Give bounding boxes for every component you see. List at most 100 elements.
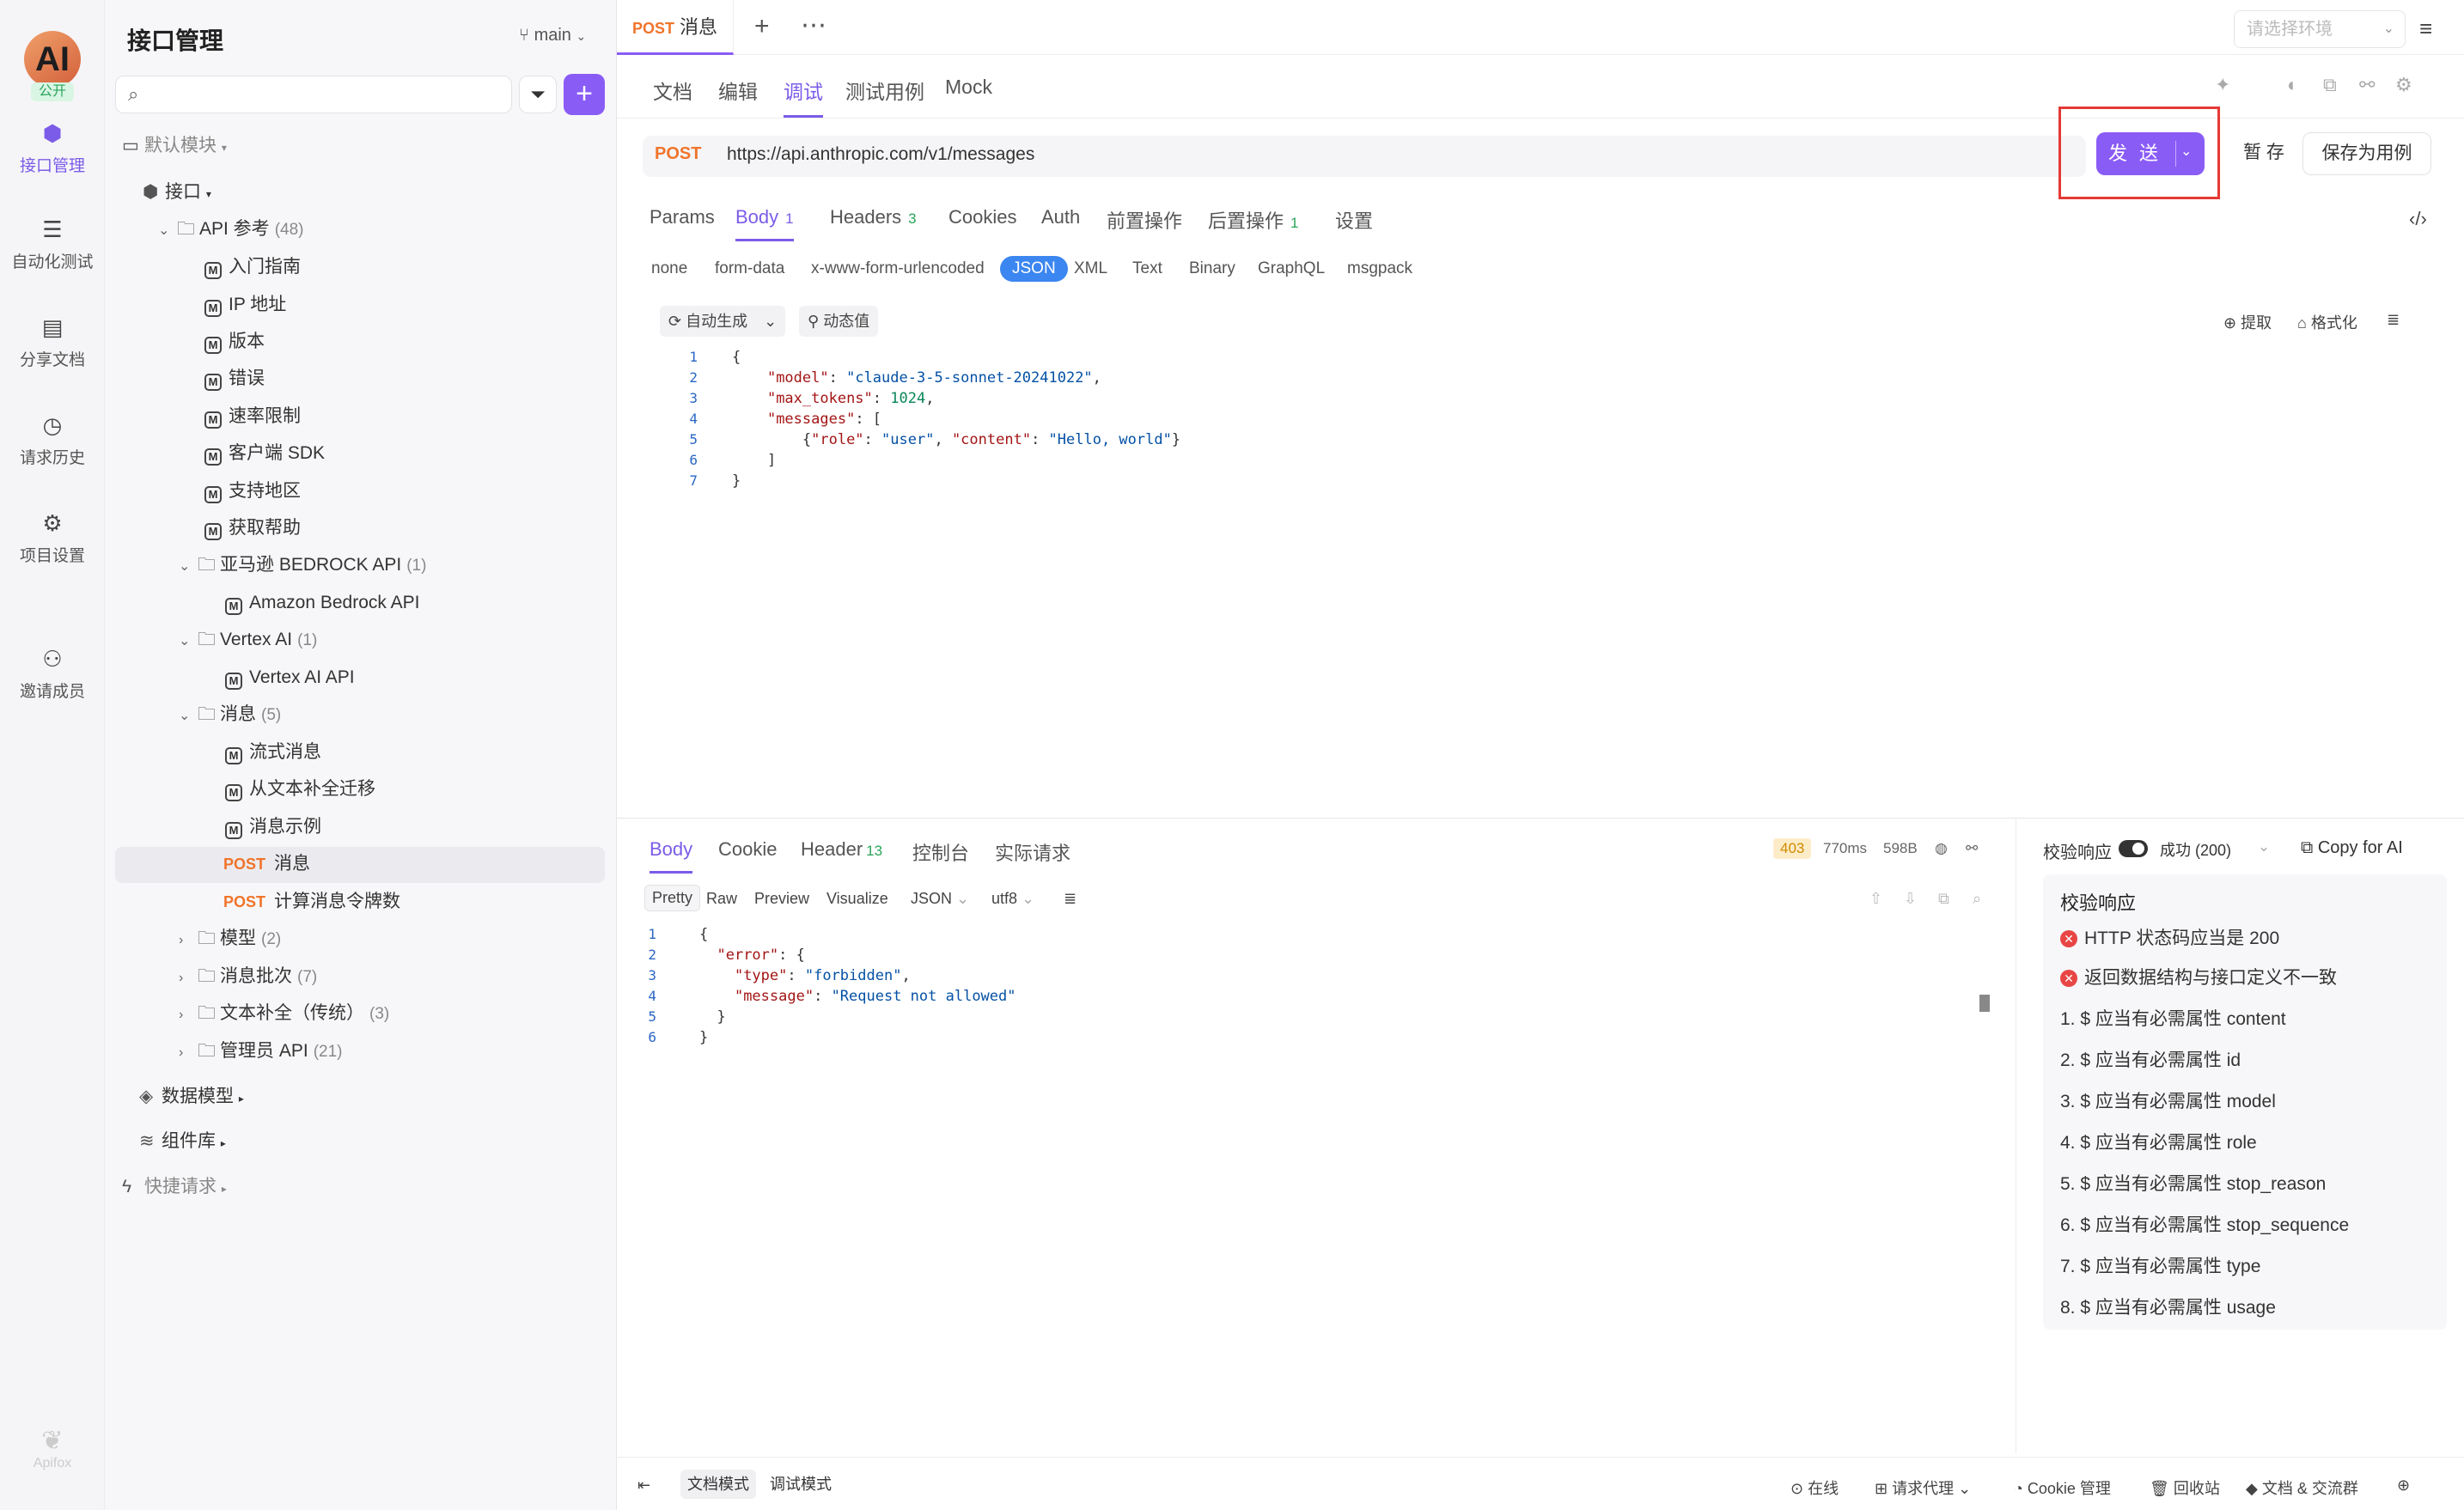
code-icon[interactable]: ‹/›: [2409, 208, 2427, 230]
tab-debug[interactable]: 调试: [784, 76, 823, 118]
method-select[interactable]: POST: [655, 144, 701, 164]
tab-edit[interactable]: 编辑: [718, 76, 758, 105]
body-type-form-data[interactable]: form-data: [715, 259, 784, 278]
resp-tab-cookie[interactable]: Cookie: [718, 838, 777, 861]
tree-root-api[interactable]: ⬢ 接口 ▾: [143, 175, 211, 210]
tree-section-quick-request[interactable]: ϟ 快捷请求 ▸: [122, 1170, 227, 1204]
wrap-icon[interactable]: ≣: [2387, 311, 2400, 329]
chevron-down-icon[interactable]: ⌄: [2258, 838, 2270, 855]
rail-automation[interactable]: ☰ 自动化测试: [0, 216, 105, 272]
wrap-icon[interactable]: ≣: [1064, 890, 1076, 908]
new-tab-button[interactable]: +: [754, 12, 770, 41]
request-body-editor[interactable]: 1 2 3 4 5 6 7 { "model": "claude-3-5-son…: [643, 347, 2449, 816]
tree-doc[interactable]: M 获取帮助: [204, 511, 301, 545]
url-bar[interactable]: POST https://api.anthropic.com/v1/messag…: [643, 136, 2086, 177]
tab-pre-ops[interactable]: 前置操作: [1107, 206, 1182, 234]
upgrade-icon[interactable]: ⊕: [2397, 1477, 2410, 1495]
more-tabs-button[interactable]: ⋯: [801, 10, 826, 40]
tree-default-module[interactable]: ▭ 默认模块 ▾: [122, 129, 227, 163]
tree-doc[interactable]: M 错误: [204, 362, 265, 396]
tree-doc[interactable]: M IP 地址: [204, 288, 286, 322]
trash-button[interactable]: 🗑 回收站: [2150, 1477, 2220, 1499]
tab-docs[interactable]: 文档: [653, 76, 692, 105]
menu-icon[interactable]: ≡: [2419, 15, 2432, 42]
doc-mode-button[interactable]: 文档模式: [680, 1470, 756, 1499]
resp-tab-header[interactable]: Header 13: [801, 838, 882, 861]
format-visualize[interactable]: Visualize: [826, 890, 888, 908]
rail-share-docs[interactable]: ▤ 分享文档: [0, 314, 105, 370]
resp-tab-actual-request[interactable]: 实际请求: [995, 838, 1070, 866]
share-icon[interactable]: ⚯: [1966, 840, 1978, 857]
body-type-urlencoded[interactable]: x-www-form-urlencoded: [811, 259, 985, 278]
tree-folder[interactable]: › 🗀 文本补全（传统） (3): [179, 996, 389, 1031]
tree-folder[interactable]: ⌄ 🗀 消息 (5): [179, 697, 281, 732]
panel-divider[interactable]: [617, 818, 2464, 819]
tree-folder[interactable]: ⌄ 🗀 API 参考 (48): [158, 212, 303, 247]
validation-toggle[interactable]: [2119, 840, 2148, 857]
rail-api-management[interactable]: ⬢ 接口管理: [0, 120, 105, 176]
tree-doc[interactable]: M 流式消息: [225, 735, 321, 770]
encoding-select[interactable]: utf8 ⌄: [991, 890, 1034, 908]
search-icon[interactable]: ⌕: [1973, 890, 1981, 908]
tree-folder[interactable]: ⌄ 🗀 Vertex AI (1): [179, 623, 317, 657]
tree-doc[interactable]: M 从文本补全迁移: [225, 772, 375, 807]
online-status[interactable]: ⊙ 在线: [1790, 1477, 1839, 1499]
minimap-scrollbar[interactable]: [1979, 995, 1990, 1012]
extract-button[interactable]: ⊕ 提取: [2223, 311, 2272, 333]
community-button[interactable]: ◆ 文档 & 交流群: [2246, 1477, 2358, 1499]
copy-for-ai-button[interactable]: ⧉ Copy for AI: [2301, 838, 2403, 858]
theme-icon[interactable]: ◐: [2287, 74, 2298, 96]
body-type-graphql[interactable]: GraphQL: [1258, 259, 1325, 278]
url-input[interactable]: https://api.anthropic.com/v1/messages: [727, 144, 1034, 165]
tree-doc[interactable]: M 支持地区: [204, 474, 301, 508]
tab-test-cases[interactable]: 测试用例: [845, 76, 924, 105]
tree-endpoint[interactable]: POST 计算消息令牌数: [223, 885, 400, 919]
upload-icon[interactable]: ⇧: [1869, 890, 1882, 908]
tree-section-data-models[interactable]: ◈ 数据模型 ▸: [139, 1080, 244, 1114]
settings-icon[interactable]: ⚙: [2395, 74, 2412, 96]
tab-settings[interactable]: 设置: [1335, 206, 1373, 234]
resp-tab-body[interactable]: Body: [650, 838, 693, 874]
body-type-xml[interactable]: XML: [1074, 259, 1107, 278]
add-button[interactable]: +: [564, 74, 605, 115]
download-icon[interactable]: ⇩: [1904, 890, 1917, 908]
body-type-none[interactable]: none: [651, 259, 687, 278]
search-input[interactable]: ⌕: [115, 76, 512, 113]
branch-selector[interactable]: ⑂ main ⌄: [519, 26, 586, 46]
tree-endpoint-selected[interactable]: POST 消息: [223, 847, 310, 881]
rail-settings[interactable]: ⚙ 项目设置: [0, 510, 105, 566]
environment-select[interactable]: 请选择环境 ⌄: [2234, 10, 2406, 48]
tree-folder[interactable]: ⌄ 🗀 亚马逊 BEDROCK API (1): [179, 548, 426, 582]
tab-auth[interactable]: Auth: [1041, 206, 1080, 228]
copy-icon[interactable]: ⧉: [1938, 890, 1949, 908]
tree-folder[interactable]: › 🗀 管理员 API (21): [179, 1034, 342, 1069]
tree-doc[interactable]: M 客户端 SDK: [204, 436, 325, 471]
format-button[interactable]: ⌂ 格式化: [2297, 311, 2357, 333]
body-type-msgpack[interactable]: msgpack: [1347, 259, 1412, 278]
tree-doc[interactable]: M 版本: [204, 325, 265, 359]
format-preview[interactable]: Preview: [754, 890, 809, 908]
format-pretty[interactable]: Pretty: [644, 885, 701, 911]
save-draft-button[interactable]: 暂 存: [2229, 132, 2299, 175]
tree-doc[interactable]: M Amazon Bedrock API: [225, 586, 419, 620]
share-icon[interactable]: ⚯: [2359, 74, 2375, 96]
rail-invite[interactable]: ⚇ 邀请成员: [0, 646, 105, 702]
resp-tab-console[interactable]: 控制台: [912, 838, 969, 866]
filter-button[interactable]: ⏷: [519, 76, 557, 113]
dynamic-value-button[interactable]: ⚲ 动态值: [799, 306, 879, 337]
response-body-viewer[interactable]: 1 2 3 4 5 6 { "error": { "type": "forbid…: [617, 924, 2009, 1440]
ai-sparkle-icon[interactable]: ✦: [2215, 74, 2230, 96]
copy-link-icon[interactable]: ⧉: [2323, 74, 2337, 96]
file-tab-active[interactable]: POST 消息: [617, 0, 735, 55]
debug-mode-button[interactable]: 调试模式: [763, 1470, 839, 1499]
tab-post-ops[interactable]: 后置操作 1: [1208, 206, 1298, 234]
send-button[interactable]: 发 送 ⌄: [2096, 132, 2205, 175]
tree-section-components[interactable]: ≋ 组件库 ▸: [139, 1124, 226, 1159]
language-select[interactable]: JSON ⌄: [911, 890, 969, 908]
validation-result-select[interactable]: 成功 (200): [2160, 838, 2231, 861]
save-as-case-button[interactable]: 保存为用例: [2302, 132, 2431, 175]
chevron-down-icon[interactable]: ⌄: [2180, 143, 2192, 160]
tree-doc[interactable]: M 速率限制: [204, 399, 301, 434]
auto-generate-button[interactable]: ⟳ 自动生成 ⌄: [660, 306, 786, 337]
tab-headers[interactable]: Headers 3: [830, 206, 917, 228]
